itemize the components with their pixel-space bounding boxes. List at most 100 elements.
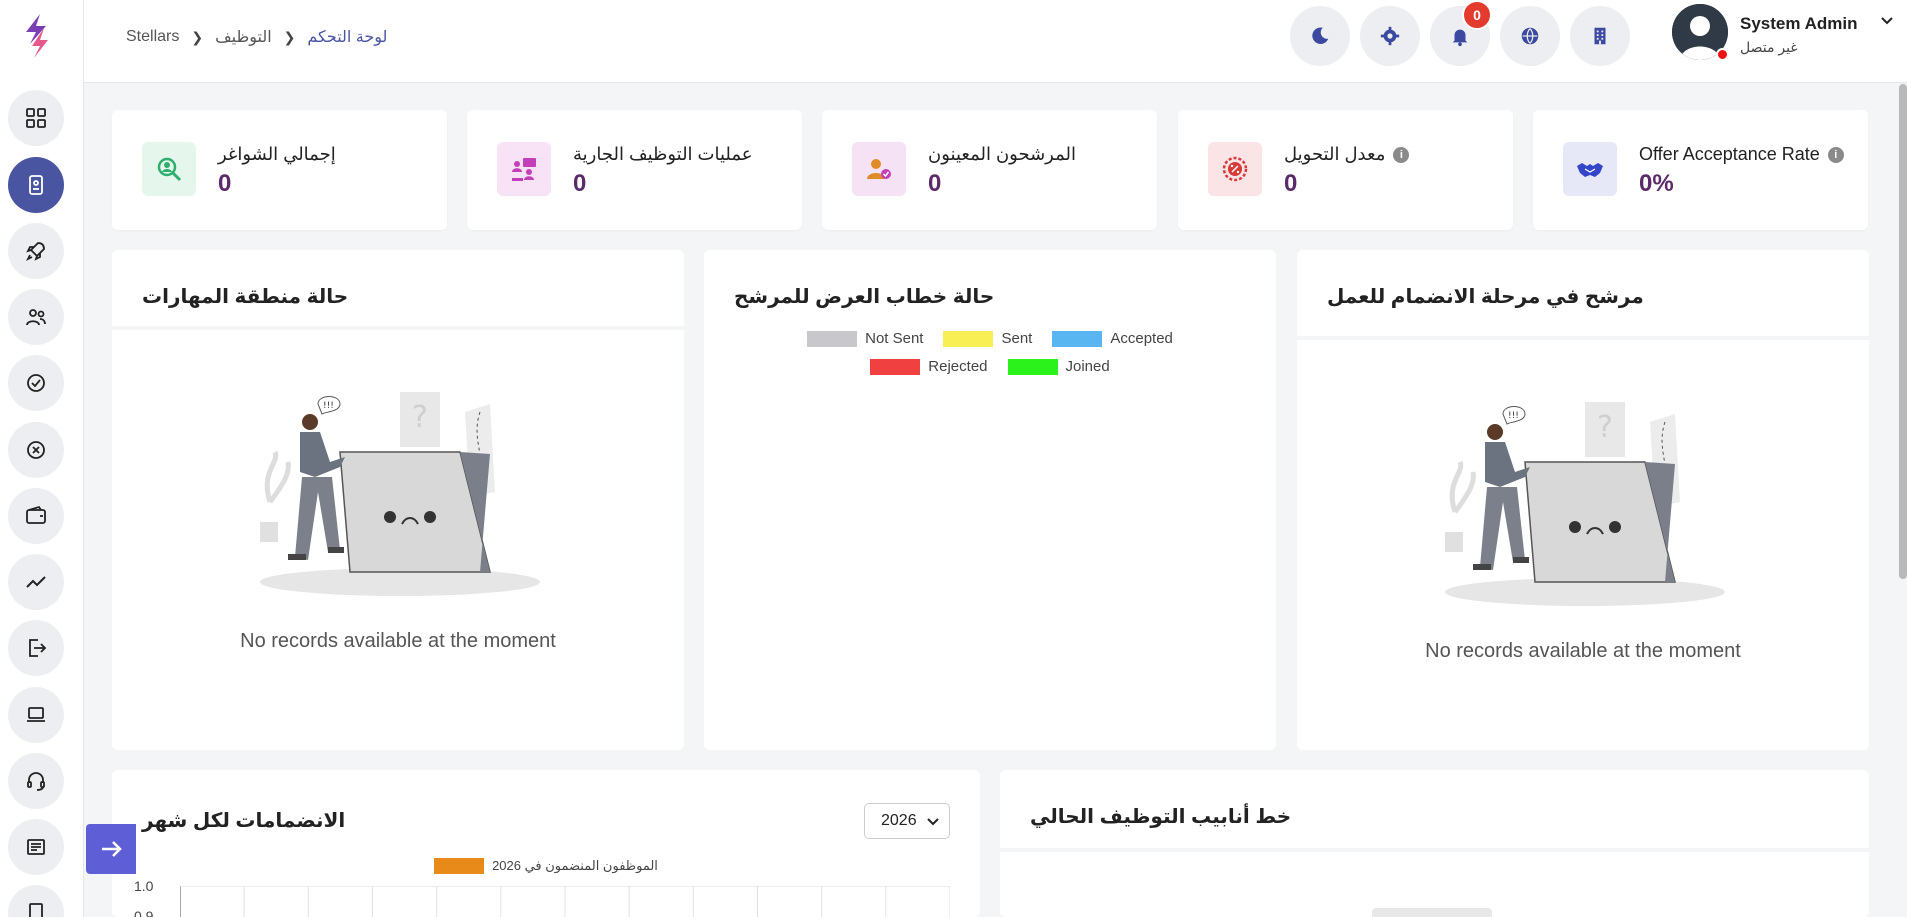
stat-icon-wrap <box>1208 142 1262 196</box>
svg-text:!!!: !!! <box>323 401 334 411</box>
sidebar-item-offboarding[interactable] <box>8 620 64 676</box>
sidebar-item-payroll[interactable] <box>8 488 64 544</box>
stat-card-ongoing-recruitments: عمليات التوظيف الجارية 0 <box>467 110 802 230</box>
legend-label: Sent <box>1001 330 1033 347</box>
chevron-right-icon: ❯ <box>191 28 204 45</box>
chevron-down-icon[interactable] <box>1880 14 1894 28</box>
empty-state-text: No records available at the moment <box>240 630 556 652</box>
chevron-right-icon: ❯ <box>283 28 296 45</box>
sidebar-item-performance[interactable] <box>8 554 64 610</box>
stat-icon-wrap <box>142 142 196 196</box>
laptop-icon <box>27 707 45 722</box>
legend-item[interactable]: Rejected <box>870 358 988 375</box>
legend-swatch <box>943 330 994 347</box>
users-icon <box>26 309 46 326</box>
empty-state-illustration: ? !!! <box>260 392 540 596</box>
stat-card-offer-acceptance-rate: Offer Acceptance Rate i 0% <box>1533 110 1868 230</box>
sidebar-toggle-button[interactable] <box>86 824 136 874</box>
language-button[interactable] <box>1500 6 1560 66</box>
stat-value: 0 <box>573 170 587 197</box>
legend-swatch <box>807 330 858 347</box>
bell-icon <box>1452 29 1468 47</box>
skill-zone-panel: حالة منطقة المهارات ? !!! No records ava… <box>112 250 684 750</box>
panel-title: مرشح في مرحلة الانضمام للعمل <box>1327 286 1644 308</box>
y-tick-label: 1.0 <box>134 878 154 894</box>
onboarding-panel: مرشح في مرحلة الانضمام للعمل ? !!! No re… <box>1297 250 1869 750</box>
sidebar-item-helpdesk[interactable] <box>8 753 64 809</box>
app-logo[interactable] <box>18 10 54 60</box>
rocket-icon <box>25 242 45 262</box>
sidebar-item-dashboard[interactable] <box>8 90 64 146</box>
svg-text:!!!: !!! <box>1508 411 1519 421</box>
stat-icon-wrap <box>852 142 906 196</box>
stat-value: 0% <box>1639 170 1674 197</box>
year-select[interactable]: 2026 <box>864 803 950 839</box>
stat-label: عمليات التوظيف الجارية <box>573 144 753 164</box>
x-circle-icon <box>27 441 45 459</box>
info-icon[interactable]: i <box>1827 147 1844 163</box>
sidebar-item-onboarding[interactable] <box>8 223 64 279</box>
breadcrumb-section[interactable]: التوظيف <box>215 27 272 47</box>
document-icon <box>29 903 43 917</box>
user-menu[interactable]: System Admin غير متصل <box>1672 4 1902 64</box>
panel-title: حالة خطاب العرض للمرشح <box>734 286 995 308</box>
layers-icon <box>27 839 45 855</box>
empty-state-illustration: ? !!! <box>1445 402 1725 606</box>
legend-item[interactable]: Accepted <box>1052 330 1173 347</box>
divider <box>1000 848 1869 852</box>
moon-icon <box>1312 27 1329 44</box>
breadcrumb-current[interactable]: لوحة التحكم <box>307 27 387 47</box>
recruitment-pipeline-panel: خط أنابيب التوظيف الحالي <box>1000 770 1869 917</box>
panel-title: حالة منطقة المهارات <box>142 286 349 308</box>
stat-label-row: Offer Acceptance Rate i <box>1639 144 1844 165</box>
joinings-chart-grid <box>180 886 950 917</box>
legend-swatch <box>870 358 921 375</box>
sidebar-item-assets[interactable] <box>8 687 64 743</box>
handshake-icon <box>1577 163 1603 177</box>
notification-count-badge: 0 <box>1462 0 1492 30</box>
headset-icon <box>27 772 45 791</box>
settings-button[interactable] <box>1360 6 1420 66</box>
user-name: System Admin <box>1740 14 1858 33</box>
legend-item[interactable]: Joined <box>1007 358 1110 375</box>
user-check-icon <box>867 159 891 179</box>
info-icon[interactable]: i <box>1393 147 1410 163</box>
sidebar <box>0 0 84 917</box>
legend-swatch <box>434 858 485 874</box>
dark-mode-button[interactable] <box>1290 6 1350 66</box>
empty-state-text: No records available at the moment <box>1425 640 1741 662</box>
sidebar-item-more[interactable] <box>8 885 64 917</box>
joinings-legend[interactable]: الموظفون المنضمون في 2026 <box>112 858 980 874</box>
sidebar-item-recruitment[interactable] <box>8 157 64 213</box>
stat-card-total-vacancies: إجمالي الشواغر 0 <box>112 110 447 230</box>
gear-icon <box>1380 26 1400 46</box>
sidebar-item-leave[interactable] <box>8 422 64 478</box>
notifications-button[interactable]: 0 <box>1430 0 1492 66</box>
grid-icon <box>26 108 46 128</box>
breadcrumb-root[interactable]: Stellars <box>126 28 179 46</box>
page-scrollbar[interactable] <box>1899 84 1907 579</box>
company-button[interactable] <box>1570 6 1630 66</box>
svg-text:?: ? <box>412 400 428 435</box>
sidebar-item-employees[interactable] <box>8 289 64 345</box>
stat-icon-wrap <box>1563 142 1617 196</box>
trend-icon <box>26 576 46 588</box>
legend-label: الموظفون المنضمون في 2026 <box>492 858 658 873</box>
stat-label-row: معدل التحويل i <box>1284 144 1410 165</box>
stat-label: معدل التحويل <box>1284 144 1386 164</box>
wallet-icon <box>26 505 46 524</box>
joinings-per-month-panel: الانضمامات لكل شهر 2026 الموظفون المنضمو… <box>112 770 980 917</box>
sidebar-item-attendance[interactable] <box>8 355 64 411</box>
id-card-icon <box>29 175 43 195</box>
legend-label: Accepted <box>1110 330 1173 347</box>
stat-card-conversion-rate: معدل التحويل i 0 <box>1178 110 1513 230</box>
legend-swatch <box>1052 330 1103 347</box>
legend-swatch <box>1007 358 1058 375</box>
stat-label: إجمالي الشواغر <box>218 144 336 164</box>
legend-item[interactable]: Not Sent <box>807 330 923 347</box>
legend-item[interactable]: Sent <box>943 330 1032 347</box>
sidebar-item-projects[interactable] <box>8 819 64 875</box>
stat-icon-wrap <box>497 142 551 196</box>
stat-label: المرشحون المعينون <box>928 144 1076 164</box>
legend-label: Not Sent <box>865 330 924 347</box>
